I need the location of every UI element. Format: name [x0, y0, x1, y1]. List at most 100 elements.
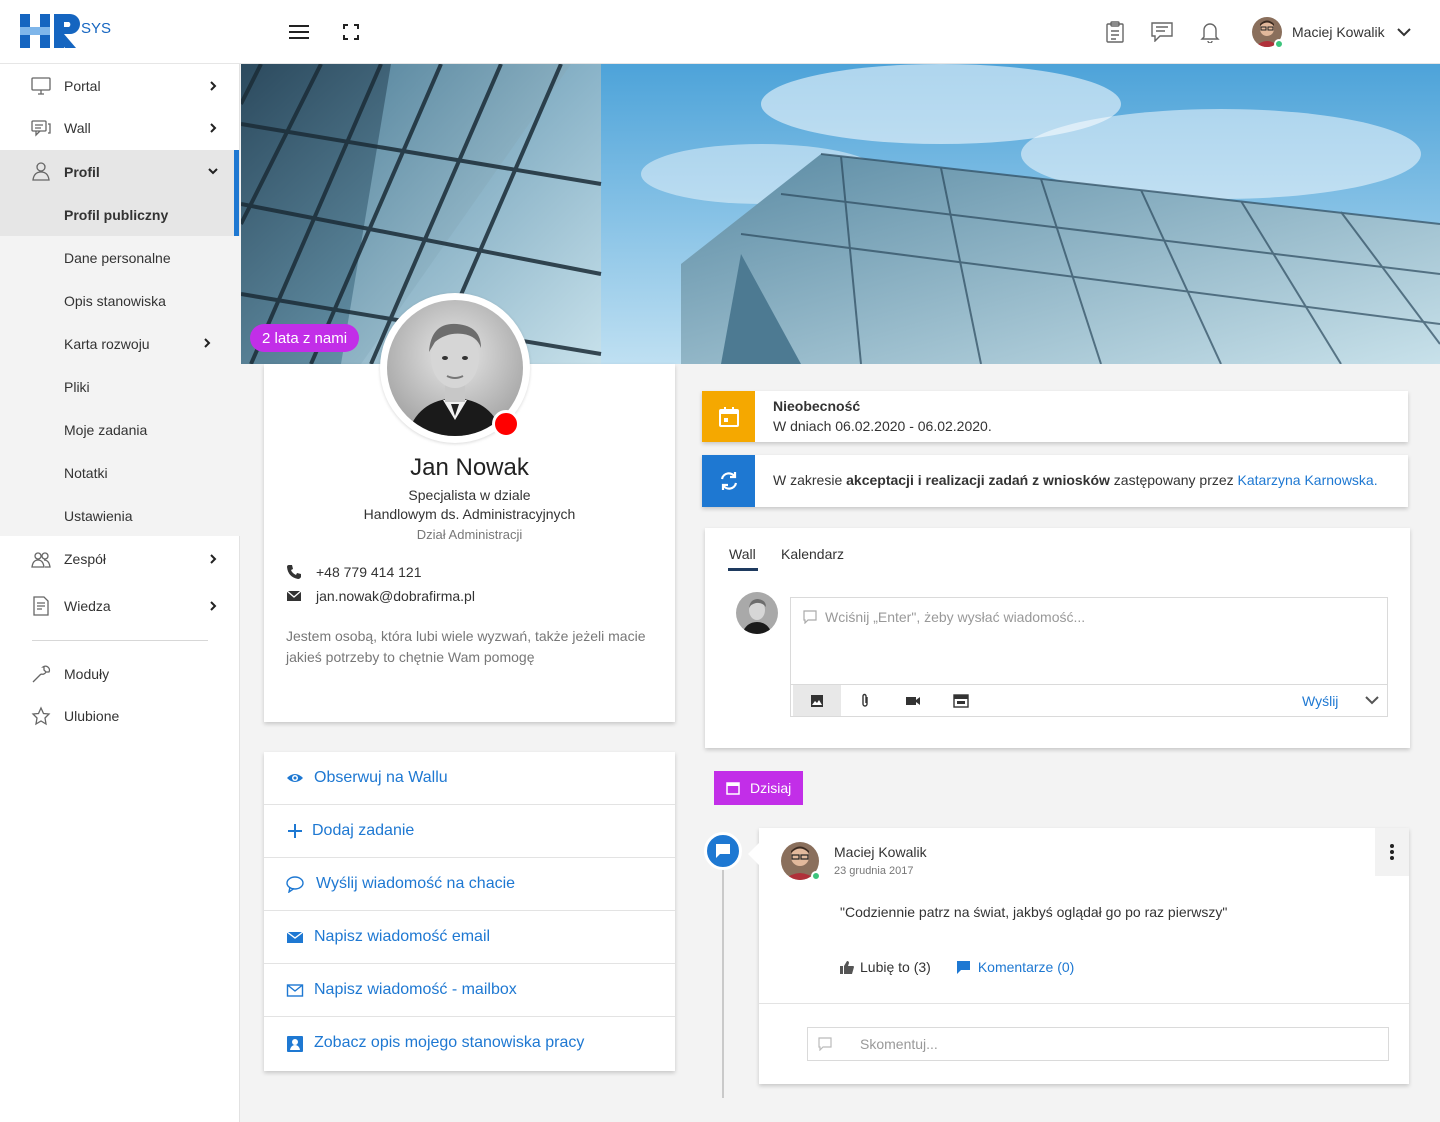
sidebar-subitem-label: Moje zadania [64, 421, 148, 438]
sidebar-subitem-ustawienia[interactable]: Ustawienia [0, 494, 240, 537]
post-type-chat-icon [704, 832, 742, 870]
message-composer[interactable]: Wciśnij „Enter", żeby wysłać wiadomość..… [790, 597, 1388, 717]
post-author-avatar[interactable] [781, 842, 821, 881]
absence-title: Nieobecność [773, 398, 861, 414]
chat-bubble-icon [818, 1037, 832, 1051]
attach-file-button[interactable] [841, 685, 889, 716]
view-job-description-action[interactable]: Zobacz opis mojego stanowiska pracy [264, 1017, 675, 1070]
post-more-button[interactable] [1375, 828, 1409, 876]
sidebar-item-zespol[interactable]: Zespół [0, 538, 240, 580]
today-marker: Dzisiaj [714, 771, 804, 805]
chevron-right-icon [210, 123, 217, 133]
profile-email-row[interactable]: jan.nowak@dobrafirma.pl [286, 586, 475, 606]
comments-button[interactable]: Komentarze (0) [956, 959, 1075, 975]
today-label: Dzisiaj [750, 780, 792, 796]
chevron-down-icon[interactable] [1365, 695, 1379, 705]
attach-image-button[interactable] [793, 685, 841, 716]
hamburger-menu-icon[interactable] [287, 20, 311, 44]
timeline-line [722, 850, 724, 1098]
thumbs-up-icon [840, 960, 854, 974]
user-menu[interactable]: Maciej Kowalik [1252, 16, 1411, 49]
sidebar-subitem-label: Dane personalne [64, 249, 171, 266]
mail-icon [286, 590, 302, 601]
profile-phone: +48 779 414 121 [316, 564, 422, 580]
send-email-action[interactable]: Napisz wiadomość email [264, 911, 675, 964]
profile-name: Jan Nowak [410, 454, 529, 481]
chat-bubble-icon [286, 876, 304, 893]
sidebar-subitem-pliki[interactable]: Pliki [0, 365, 240, 408]
composer-placeholder: Wciśnij „Enter", żeby wysłać wiadomość..… [825, 609, 1086, 625]
chevron-right-icon [204, 338, 211, 348]
chevron-down-icon [208, 168, 218, 175]
messages-icon[interactable] [1150, 20, 1174, 44]
sidebar-divider [32, 640, 208, 641]
sidebar-subitem-label: Karta rozwoju [64, 335, 150, 352]
calendar-icon [702, 391, 755, 442]
sidebar-item-wall[interactable]: Wall [0, 107, 240, 149]
profile-email: jan.nowak@dobrafirma.pl [316, 588, 475, 604]
comment-icon [956, 960, 970, 974]
bell-icon[interactable] [1198, 20, 1222, 44]
send-mailbox-action[interactable]: Napisz wiadomość - mailbox [264, 964, 675, 1017]
sidebar-item-wiedza[interactable]: Wiedza [0, 585, 240, 627]
substitute-person-link[interactable]: Katarzyna Karnowska. [1238, 472, 1378, 488]
sidebar-item-portal[interactable]: Portal [0, 65, 240, 107]
clipboard-icon[interactable] [1103, 20, 1127, 44]
more-vertical-icon [1390, 844, 1394, 860]
sidebar-item-label: Zespół [64, 551, 107, 567]
sidebar-subitem-notatki[interactable]: Notatki [0, 451, 240, 494]
top-bar: SYS Maciej Kowalik [0, 0, 1440, 64]
follow-on-wall-action[interactable]: Obserwuj na Wallu [264, 752, 675, 805]
action-label: Napisz wiadomość - mailbox [314, 981, 517, 998]
like-button[interactable]: Lubię to (3) [840, 959, 931, 975]
browser-window-icon [953, 693, 969, 708]
sidebar-item-ulubione[interactable]: Ulubione [0, 695, 240, 737]
user-avatar [1252, 17, 1284, 49]
comment-placeholder: Skomentuj... [860, 1036, 938, 1052]
image-icon [811, 694, 823, 707]
post-date: 23 grudnia 2017 [834, 865, 914, 877]
online-status-dot [1274, 39, 1284, 49]
sidebar-item-label: Portal [64, 78, 101, 94]
sidebar-subitem-label: Pliki [64, 378, 90, 395]
profile-job-title-line: Handlowym ds. Administracyjnych [363, 506, 576, 522]
profile-phone-row[interactable]: +48 779 414 121 [286, 562, 422, 582]
comment-input[interactable]: Skomentuj... [807, 1027, 1389, 1061]
sidebar-subitem-label: Notatki [64, 464, 108, 481]
sidebar-subitem-karta-rozwoju[interactable]: Karta rozwoju [0, 322, 240, 365]
phone-icon [287, 565, 301, 579]
action-label: Obserwuj na Wallu [314, 769, 448, 786]
substitution-text: W zakresie akceptacji i realizacji zadań… [773, 472, 1378, 488]
send-button[interactable]: Wyślij [1302, 693, 1338, 709]
post-actions: Lubię to (3) Komentarze (0) [840, 959, 1074, 975]
profil-submenu: Profil publiczny Dane personalne Opis st… [0, 193, 240, 536]
wrench-icon [32, 665, 51, 683]
comments-label: Komentarze (0) [977, 959, 1075, 975]
attach-video-button[interactable] [889, 685, 937, 716]
wall-chat-icon [31, 120, 51, 137]
sidebar-item-profil[interactable]: Profil [0, 150, 240, 193]
post-author[interactable]: Maciej Kowalik [834, 844, 927, 860]
attach-web-button[interactable] [937, 685, 985, 716]
fullscreen-icon[interactable] [339, 20, 363, 44]
sidebar-subitem-dane-personalne[interactable]: Dane personalne [0, 236, 240, 279]
action-label: Wyślij wiadomość na chacie [316, 875, 516, 892]
tab-wall[interactable]: Wall [729, 546, 756, 562]
sidebar-item-label: Wall [64, 120, 91, 136]
sidebar-subitem-opis-stanowiska[interactable]: Opis stanowiska [0, 279, 240, 322]
tab-kalendarz[interactable]: Kalendarz [781, 546, 844, 562]
substitution-middle: zastępowany przez [1109, 472, 1238, 488]
absence-notice: Nieobecność W dniach 06.02.2020 - 06.02.… [702, 391, 1408, 442]
send-chat-action[interactable]: Wyślij wiadomość na chacie [264, 858, 675, 911]
chevron-right-icon [210, 554, 217, 564]
wall-card: Wall Kalendarz Wciśnij „Enter", żeby wys… [705, 528, 1410, 748]
sidebar-item-moduly[interactable]: Moduły [0, 653, 240, 695]
like-label: Lubię to (3) [860, 959, 931, 975]
sidebar-subitem-profil-publiczny[interactable]: Profil publiczny [0, 193, 240, 236]
online-status-dot [811, 871, 821, 881]
composer-toolbar: Wyślij [791, 684, 1387, 716]
add-task-action[interactable]: Dodaj zadanie [264, 805, 675, 858]
paperclip-icon [862, 693, 868, 707]
sidebar-subitem-moje-zadania[interactable]: Moje zadania [0, 408, 240, 451]
post-divider [759, 1003, 1409, 1004]
